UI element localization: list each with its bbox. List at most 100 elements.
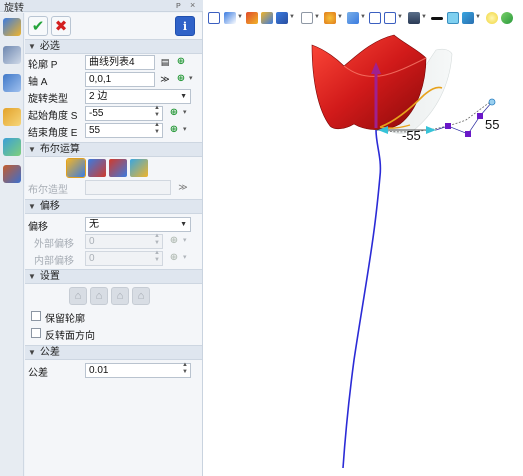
- chevron-down-icon[interactable]: ▾: [189, 74, 193, 82]
- spinner-icon[interactable]: ▲ ▼: [182, 362, 188, 376]
- start-angle-input[interactable]: -55 ▲ ▼: [85, 105, 163, 121]
- rotation-type-label: 旋转类型: [28, 94, 68, 105]
- inner-offset-value: 0: [89, 253, 95, 264]
- start-angle-label: 起始角度 S: [28, 111, 78, 122]
- section-tolerance[interactable]: ▼ 公差: [25, 345, 202, 360]
- section-offset[interactable]: ▼ 偏移: [25, 199, 202, 214]
- pin-icon[interactable]: ᴘ: [176, 0, 181, 10]
- double-chevron-icon[interactable]: ≫: [177, 181, 189, 193]
- setting-option-1-icon[interactable]: ⌂: [69, 287, 87, 305]
- keep-profile-label: 保留轮廓: [45, 314, 85, 325]
- chevron-down-icon[interactable]: ▼: [360, 14, 366, 20]
- axis-field[interactable]: 0,0,1: [85, 72, 155, 87]
- dimension-handle[interactable]: [445, 123, 451, 129]
- 3d-viewport[interactable]: -55 55: [204, 30, 523, 476]
- boolean-add-icon[interactable]: [88, 159, 106, 177]
- pick-icon[interactable]: ⊕: [168, 124, 180, 136]
- view-tab-icon[interactable]: [3, 138, 21, 156]
- chevron-down-icon[interactable]: ▼: [421, 14, 427, 20]
- tolerance-input[interactable]: 0.01 ▲ ▼: [85, 362, 191, 378]
- measure-icon[interactable]: [384, 12, 396, 24]
- axis-label: 轴 A: [28, 77, 48, 88]
- profile-field[interactable]: 曲线列表4: [85, 55, 155, 70]
- boolean-shape-field[interactable]: [85, 180, 171, 195]
- globe-icon[interactable]: [501, 12, 513, 24]
- chevron-down-icon: ▾: [183, 237, 187, 244]
- line-style-icon[interactable]: [431, 17, 443, 20]
- double-chevron-icon[interactable]: ≫: [159, 73, 171, 85]
- pick-icon[interactable]: ⊕: [168, 107, 180, 119]
- boolean-base-icon[interactable]: [66, 158, 86, 178]
- keep-profile-checkbox[interactable]: [31, 311, 41, 321]
- chevron-down-icon[interactable]: ▾: [183, 125, 187, 133]
- tolerance-label: 公差: [28, 368, 48, 379]
- setting-option-4-icon[interactable]: ⌂: [132, 287, 150, 305]
- end-point-handle[interactable]: [488, 98, 496, 106]
- boolean-shape-label: 布尔造型: [28, 185, 68, 196]
- panel-content: ✔ ✖ i ▼ 必选 轮廓 P 曲线列表4 ▤ ⊕ 轴 A 0,0,1 ≫ ⊕ ▾: [25, 13, 202, 476]
- section-boolean[interactable]: ▼ 布尔运算: [25, 142, 202, 157]
- setting-option-2-icon[interactable]: ⌂: [90, 287, 108, 305]
- pick-icon[interactable]: ⊕: [175, 73, 187, 85]
- spinner-icon[interactable]: ▲ ▼: [154, 105, 160, 119]
- spinner-icon[interactable]: ▲ ▼: [154, 122, 160, 136]
- boolean-subtract-icon[interactable]: [109, 159, 127, 177]
- keep-profile-row: 保留轮廓: [25, 308, 202, 325]
- end-angle-value: 55: [89, 125, 101, 136]
- orient-icon[interactable]: [224, 12, 236, 24]
- cancel-button[interactable]: ✖: [51, 16, 71, 36]
- outer-offset-input[interactable]: 0 ▲ ▼: [85, 233, 163, 249]
- pick-icon[interactable]: ⊕: [175, 56, 187, 68]
- guide-curve[interactable]: [342, 129, 382, 469]
- color-icon[interactable]: [447, 12, 459, 24]
- info-button[interactable]: i: [175, 16, 195, 36]
- render-icon[interactable]: [261, 12, 273, 24]
- end-angle-row: 结束角度 E 55 ▲ ▼ ⊕ ▾: [25, 122, 202, 139]
- display-icon[interactable]: [347, 12, 359, 24]
- start-angle-row: 起始角度 S -55 ▲ ▼ ⊕ ▾: [25, 105, 202, 122]
- feature-tab-icon[interactable]: [3, 18, 21, 36]
- end-arrow-icon[interactable]: [426, 126, 436, 134]
- reverse-face-checkbox[interactable]: [31, 328, 41, 338]
- ok-button[interactable]: ✔: [28, 16, 48, 36]
- boolean-intersect-icon[interactable]: [130, 159, 148, 177]
- tree-tab-icon[interactable]: [3, 46, 21, 64]
- setting-option-3-icon[interactable]: ⌂: [111, 287, 129, 305]
- collapse-arrow-icon: ▼: [28, 272, 36, 281]
- offset-select[interactable]: 无 ▼: [85, 217, 191, 232]
- dimension-handle[interactable]: [465, 131, 471, 137]
- bulb-icon[interactable]: [486, 12, 498, 24]
- view-cube-icon[interactable]: [301, 12, 313, 24]
- section-view-icon[interactable]: [369, 12, 381, 24]
- chevron-down-icon[interactable]: ▼: [314, 14, 320, 20]
- cube-icon[interactable]: [276, 12, 288, 24]
- chevron-down-icon[interactable]: ▼: [337, 14, 343, 20]
- section-required[interactable]: ▼ 必选: [25, 39, 202, 54]
- chevron-down-icon[interactable]: ▼: [237, 14, 243, 20]
- hierarchy-tab-icon[interactable]: [3, 74, 21, 92]
- inner-offset-input[interactable]: 0 ▲ ▼: [85, 250, 163, 266]
- background-icon[interactable]: [408, 12, 420, 24]
- view-toolbar: ▼ ▼ ▼ ▼ ▼ ▼ ▼ ▼: [204, 10, 523, 30]
- rotation-type-row: 旋转类型 2 边 ▼: [25, 88, 202, 105]
- section-settings[interactable]: ▼ 设置: [25, 269, 202, 284]
- revolved-solid-shape: [311, 34, 427, 130]
- close-icon[interactable]: ×: [190, 0, 195, 10]
- chevron-down-icon[interactable]: ▼: [289, 14, 295, 20]
- home-view-icon[interactable]: [208, 12, 220, 24]
- chevron-down-icon[interactable]: ▼: [475, 14, 481, 20]
- boolean-buttons: [25, 157, 202, 179]
- chevron-down-icon[interactable]: ▼: [397, 14, 403, 20]
- end-angle-input[interactable]: 55 ▲ ▼: [85, 122, 163, 138]
- rotation-type-select[interactable]: 2 边 ▼: [85, 89, 191, 104]
- reverse-face-label: 反转面方向: [45, 331, 95, 342]
- pencil-icon[interactable]: [246, 12, 258, 24]
- part-tab-icon[interactable]: [3, 108, 21, 126]
- dimension-handle[interactable]: [477, 113, 483, 119]
- chevron-down-icon[interactable]: ▾: [183, 108, 187, 116]
- layer-icon[interactable]: [462, 12, 474, 24]
- user-tab-icon[interactable]: [3, 165, 21, 183]
- viewport-canvas: -55 55: [311, 34, 499, 469]
- list-icon[interactable]: ▤: [159, 56, 171, 68]
- lighting-icon[interactable]: [324, 12, 336, 24]
